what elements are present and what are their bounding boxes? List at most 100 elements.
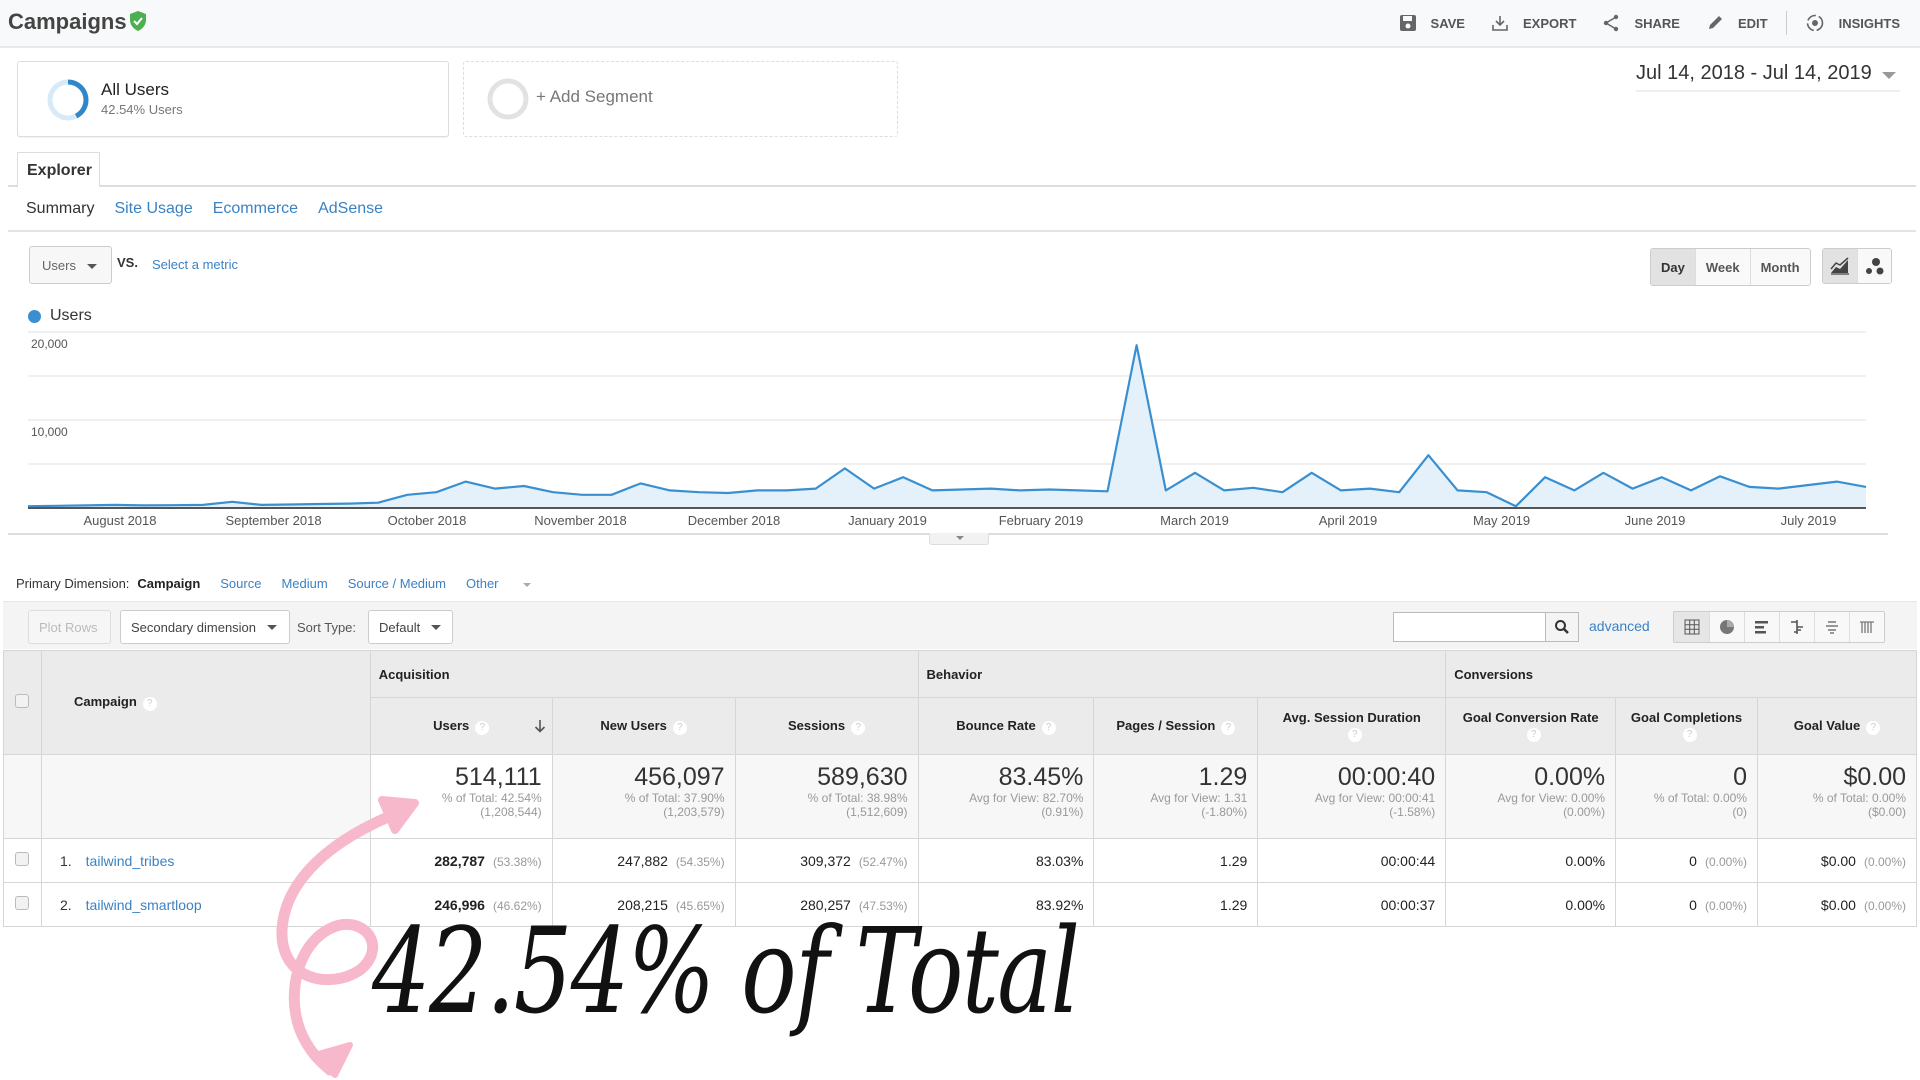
period-month-button[interactable]: Month: [1749, 249, 1810, 285]
column-sessions[interactable]: Sessions?: [734, 697, 919, 755]
segment-all-users[interactable]: All Users 42.54% Users: [17, 61, 449, 137]
row-select-cell: [3, 882, 42, 927]
plot-rows-button[interactable]: Plot Rows: [28, 610, 111, 644]
column-goal-value[interactable]: Goal Value?: [1757, 697, 1917, 755]
report-table: Campaign? Acquisition Behavior Conversio…: [3, 650, 1917, 927]
add-segment-label: + Add Segment: [536, 87, 653, 106]
select-metric-link[interactable]: Select a metric: [152, 257, 238, 272]
save-button[interactable]: SAVE: [1399, 14, 1465, 32]
collapse-chart-toggle[interactable]: [929, 533, 989, 545]
column-avg-session-duration[interactable]: Avg. Session Duration?: [1257, 697, 1447, 755]
goal-completions-cell: 0 (0.00%): [1615, 882, 1758, 927]
help-icon[interactable]: ?: [1526, 728, 1541, 742]
help-icon[interactable]: ?: [1041, 720, 1056, 735]
dimension-source[interactable]: Source: [220, 576, 261, 591]
annotation-arrow-tail: [312, 1042, 353, 1078]
x-tick-label: June 2019: [1625, 513, 1686, 528]
sort-type-dropdown[interactable]: Default: [368, 610, 453, 644]
date-range-picker[interactable]: Jul 14, 2018 - Jul 14, 2019: [1636, 62, 1900, 92]
campaign-column-header[interactable]: Campaign?: [40, 650, 371, 755]
column-bounce-rate[interactable]: Bounce Rate?: [917, 697, 1095, 755]
term-cloud-view-button[interactable]: [1814, 612, 1849, 642]
x-tick-label: January 2019: [848, 513, 927, 528]
advanced-filter-link[interactable]: advanced: [1589, 618, 1650, 634]
column-pages-session[interactable]: Pages / Session?: [1093, 697, 1259, 755]
x-tick-label: December 2018: [688, 513, 781, 528]
campaign-link[interactable]: tailwind_tribes: [86, 853, 175, 869]
dimension-other[interactable]: Other: [466, 576, 551, 591]
vs-label: VS.: [117, 255, 138, 270]
total-abs: (0): [1732, 805, 1747, 819]
period-day-button[interactable]: Day: [1651, 249, 1695, 285]
column-goal-conversion-rate[interactable]: Goal Conversion Rate?: [1445, 697, 1617, 755]
dimension-medium[interactable]: Medium: [281, 576, 327, 591]
insights-label: INSIGHTS: [1838, 15, 1900, 31]
goal-conversion-rate-cell: 0.00%: [1445, 838, 1617, 883]
total-abs: (-1.58%): [1389, 805, 1436, 819]
help-icon[interactable]: ?: [1866, 720, 1881, 735]
help-icon[interactable]: ?: [142, 697, 157, 711]
add-segment-button[interactable]: + Add Segment: [463, 61, 898, 137]
group-acquisition: Acquisition: [369, 650, 919, 698]
group-conversions: Conversions: [1445, 650, 1917, 698]
avg-session-duration-cell: 00:00:44: [1257, 838, 1447, 883]
help-icon[interactable]: ?: [1682, 728, 1697, 742]
tab-explorer[interactable]: Explorer: [17, 152, 100, 187]
column-goal-completions-label: Goal Completions: [1630, 710, 1743, 725]
help-icon[interactable]: ?: [1347, 728, 1362, 742]
help-icon[interactable]: ?: [1221, 720, 1236, 735]
export-button[interactable]: EXPORT: [1491, 14, 1576, 32]
total-value: 589,630: [817, 763, 908, 791]
dimension-source-medium[interactable]: Source / Medium: [348, 576, 446, 591]
dimension-campaign[interactable]: Campaign: [137, 576, 200, 591]
search-icon: [1555, 620, 1569, 634]
line-chart-button[interactable]: [1823, 249, 1857, 283]
secondary-dimension-dropdown[interactable]: Secondary dimension: [120, 610, 290, 644]
pivot-view-button[interactable]: [1849, 612, 1884, 642]
y-tick-label: 20,000: [31, 337, 68, 351]
subtab-summary[interactable]: Summary: [26, 200, 94, 218]
performance-view-button[interactable]: [1744, 612, 1779, 642]
x-tick-label: September 2018: [225, 513, 321, 528]
total-pct: Avg for View: 82.70%: [969, 791, 1084, 805]
term-cloud-icon: [1826, 621, 1838, 634]
total-abs: (1,208,544): [480, 805, 542, 819]
total-value: 456,097: [634, 763, 725, 791]
search-button[interactable]: [1546, 612, 1579, 642]
column-users[interactable]: Users?: [369, 697, 553, 755]
export-icon: [1492, 16, 1508, 31]
share-button[interactable]: SHARE: [1602, 14, 1680, 32]
cell-value: 00:00:37: [1380, 896, 1436, 913]
help-icon[interactable]: ?: [851, 720, 866, 735]
row-checkbox[interactable]: [15, 896, 30, 910]
total-goal-completions: 0% of Total: 0.00% (0): [1615, 754, 1758, 839]
total-value: 0: [1733, 763, 1747, 791]
edit-button[interactable]: EDIT: [1706, 14, 1768, 32]
data-table-view-button[interactable]: [1674, 612, 1709, 642]
percentage-view-button[interactable]: [1709, 612, 1744, 642]
campaign-link[interactable]: tailwind_smartloop: [86, 897, 202, 913]
total-abs: (0.00%): [1563, 805, 1606, 819]
help-icon[interactable]: ?: [475, 720, 490, 735]
help-icon[interactable]: ?: [672, 720, 687, 735]
chevron-down-icon: [522, 582, 531, 587]
subtab-site-usage[interactable]: Site Usage: [114, 200, 192, 218]
subtab-adsense[interactable]: AdSense: [318, 200, 383, 218]
column-new-users[interactable]: New Users?: [551, 697, 736, 755]
column-goal-completions[interactable]: Goal Completions?: [1615, 697, 1758, 755]
motion-chart-button[interactable]: [1857, 249, 1891, 283]
shield-check-icon: [130, 11, 146, 31]
line-chart-icon: [1830, 257, 1849, 275]
secondary-dimension-label: Secondary dimension: [131, 619, 257, 635]
insights-button[interactable]: INSIGHTS: [1805, 13, 1900, 33]
select-all-checkbox[interactable]: [15, 694, 30, 708]
row-checkbox[interactable]: [15, 852, 30, 866]
subtab-ecommerce[interactable]: Ecommerce: [213, 200, 298, 218]
table-search-input[interactable]: [1393, 612, 1546, 642]
users-over-time-chart[interactable]: 20,000 10,000 August 2018 September 2018 Oct…: [0, 320, 1920, 535]
goal-value-cell: $0.00 (0.00%): [1757, 838, 1917, 883]
comparison-view-button[interactable]: [1779, 612, 1814, 642]
period-week-button[interactable]: Week: [1694, 249, 1750, 285]
bounce-rate-cell: 83.03%: [917, 838, 1095, 883]
metric-dropdown[interactable]: Users: [29, 246, 112, 284]
